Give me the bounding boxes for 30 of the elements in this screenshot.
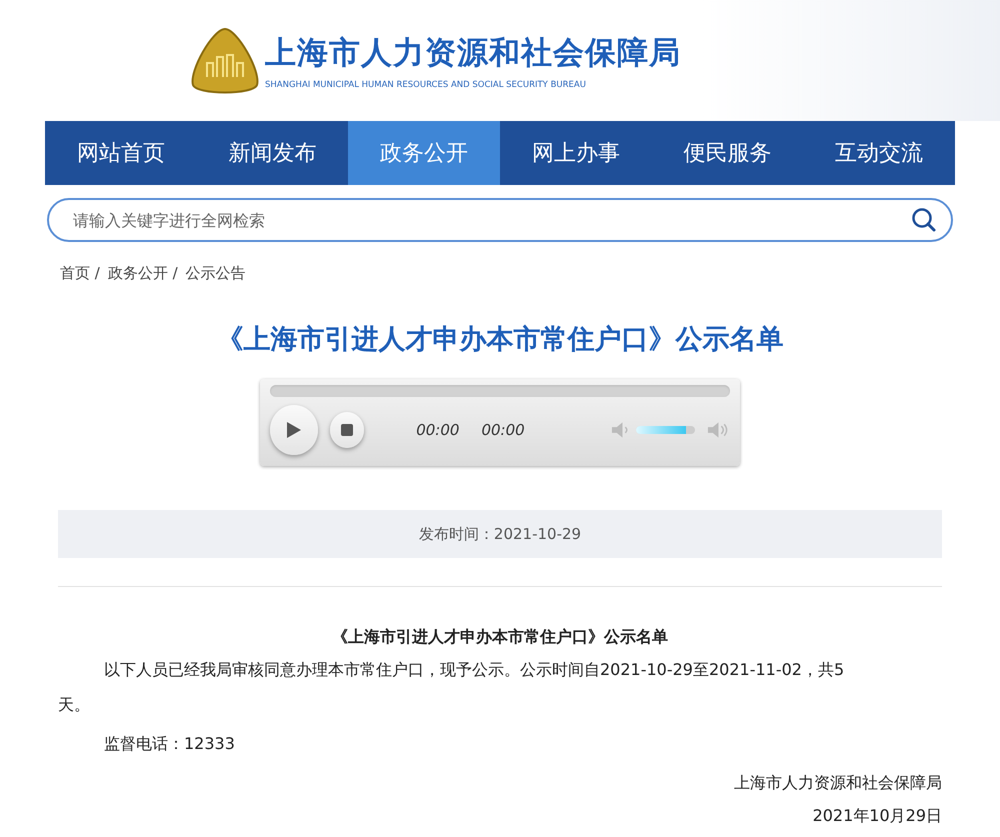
play-icon [286, 421, 302, 439]
speaker-loud-icon[interactable] [707, 421, 730, 439]
nav-tab[interactable]: 政务公开 [348, 121, 500, 185]
search-field[interactable]: 请输入关键字进行全网检索 [47, 198, 953, 242]
nav-tab[interactable]: 便民服务 [652, 121, 804, 185]
signature-date: 2021年10月29日 [812, 806, 942, 827]
breadcrumb-link[interactable]: 首页 / [60, 264, 100, 283]
stop-icon [341, 424, 353, 436]
volume-slider[interactable] [636, 426, 696, 434]
play-button[interactable] [270, 405, 318, 455]
article-paragraph: 以下人员已经我局审核同意办理本市常住户口，现予公示。公示时间自2021-10-29至2021-11-02，共5天。 [58, 659, 846, 716]
breadcrumb-link[interactable]: 政务公开 / [108, 264, 178, 283]
signature: 上海市人力资源和社会保障局 [733, 773, 942, 794]
site-subtitle: SHANGHAI MUNICIPAL HUMAN RESOURCES AND SOCIAL SECURITY BUREAU [265, 80, 587, 90]
elapsed-time: 00:00 [416, 421, 460, 439]
search-icon[interactable] [911, 207, 937, 233]
nav-tab[interactable]: 网上办事 [500, 121, 652, 185]
page-title: 《上海市引进人才申办本市常住户口》公示名单 [216, 323, 784, 357]
nav-tab[interactable]: 新闻发布 [196, 121, 348, 185]
article-paragraph: 监督电话：12333 [103, 733, 236, 755]
duration-time: 00:00 [481, 421, 525, 439]
article-heading: 《上海市引进人才申办本市常住户口》公示名单 [331, 627, 669, 648]
nav-tab[interactable]: 网站首页 [45, 121, 197, 185]
stop-button[interactable] [330, 412, 364, 448]
speaker-icon[interactable] [610, 421, 630, 439]
publish-date: 发布时间：2021-10-29 [418, 524, 582, 544]
breadcrumb-link[interactable]: 公示公告 [186, 264, 246, 283]
site-title: 上海市人力资源和社会保障局 [265, 34, 681, 72]
progress-track[interactable] [270, 385, 730, 397]
nav-tab[interactable]: 互动交流 [803, 121, 956, 185]
